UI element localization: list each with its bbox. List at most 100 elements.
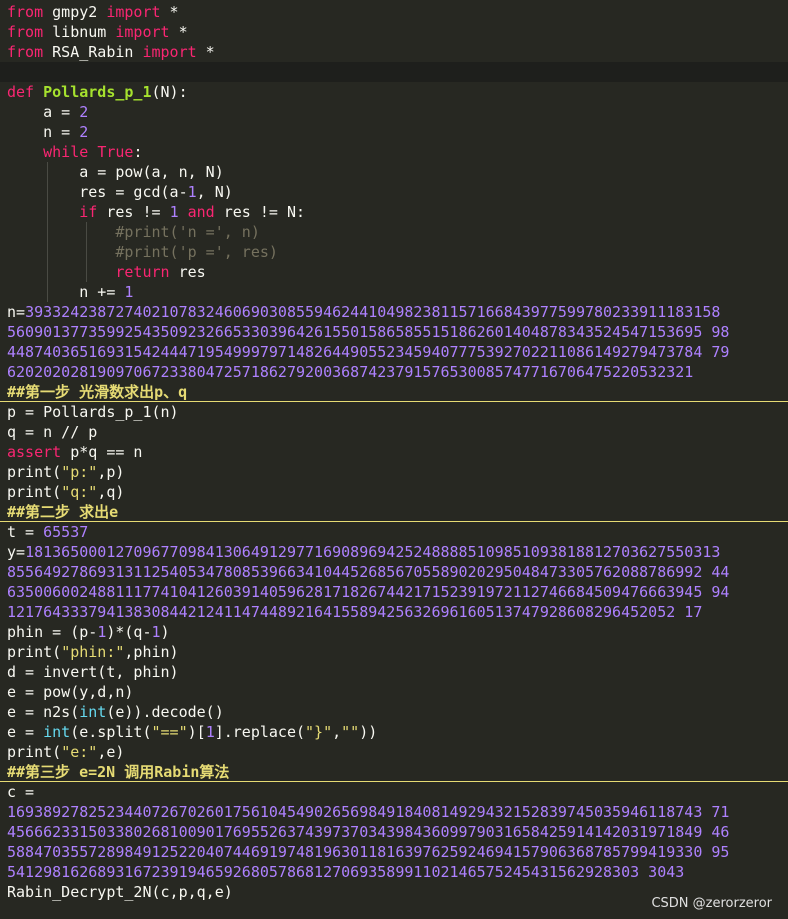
code-line-n-value[interactable]: n=39332423872740210783246069030855946244… [0,302,788,322]
code-token: print( [7,483,62,501]
code-token: n = [7,123,80,141]
code-token: "}" [305,723,333,741]
code-token: 4487403651693154244471954999797148264490… [7,343,730,361]
code-token: res != [97,203,170,221]
code-token: and [187,203,215,221]
code-line-import-gmpy2[interactable]: from gmpy2 import * [0,2,788,22]
code-line[interactable]: print("p:",p) [0,462,788,482]
code-token: return [115,263,170,281]
code-token: (e)).decode() [106,703,224,721]
code-line-def-pollards[interactable]: def Pollards_p_1(N): [0,82,788,102]
code-line[interactable]: a = pow(a, n, N) [0,162,788,182]
code-line[interactable]: while True: [0,142,788,162]
code-line[interactable]: res = gcd(a-1, N) [0,182,788,202]
code-line-blank[interactable] [0,62,788,82]
code-token: * [169,23,188,41]
code-token: t = [7,523,44,541]
code-line[interactable]: assert p*q == n [0,442,788,462]
code-token: import [115,23,170,41]
section-heading-2[interactable]: ##第二步 求出e [0,502,788,522]
code-line[interactable]: print("phin:",phin) [0,642,788,662]
code-line[interactable]: e = pow(y,d,n) [0,682,788,702]
code-line[interactable]: return res [0,262,788,282]
code-line[interactable]: if res != 1 and res != N: [0,202,788,222]
code-token: Pollards_p_1 [43,83,152,101]
code-token: RSA_Rabin [43,43,143,61]
code-line[interactable]: print("e:",e) [0,742,788,762]
code-line-n-value[interactable]: 6202020281909706723380472571862792003687… [0,362,788,382]
code-line-y-value[interactable]: 1217643337941383084421241147448921641558… [0,602,788,622]
code-token: p*q == n [61,443,143,461]
code-token: import [106,3,161,21]
code-line[interactable]: p = Pollards_p_1(n) [0,402,788,422]
code-token: ##第二步 求出e [7,503,119,521]
code-token: * [196,43,215,61]
code-line[interactable]: q = n // p [0,422,788,442]
code-token: True [97,143,134,161]
code-line-y-value[interactable]: y=18136500012709677098413064912977169089… [0,542,788,562]
code-token: ,q) [97,483,125,501]
code-token: 2 [79,103,89,121]
code-token: "q:" [61,483,98,501]
code-token: int [79,703,107,721]
code-token: )*(q- [106,623,152,641]
code-token: def [7,83,35,101]
code-line-comment[interactable]: #print('p =', res) [0,242,788,262]
code-token: while [43,143,89,161]
code-line[interactable]: print("q:",q) [0,482,788,502]
code-line[interactable]: d = invert(t, phin) [0,662,788,682]
code-token: ,e) [97,743,125,761]
code-line[interactable]: a = 2 [0,102,788,122]
code-line-c-value[interactable]: 4566623315033802681009017695526374397370… [0,822,788,842]
code-line[interactable]: phin = (p-1)*(q-1) [0,622,788,642]
code-token: 1 [124,283,134,301]
code-line-c-value[interactable]: 5884703557289849125220407446919748196301… [0,842,788,862]
code-line[interactable]: n = 2 [0,122,788,142]
code-token: 4566623315033802681009017695526374397370… [7,823,730,841]
code-token: : [133,143,143,161]
code-line[interactable]: c = [0,782,788,802]
code-token: #print('n =', n) [7,223,260,241]
code-token: p = Pollards_p_1(n) [7,403,179,421]
code-line-comment[interactable]: #print('n =', n) [0,222,788,242]
code-token: import [142,43,197,61]
code-line-import-libnum[interactable]: from libnum import * [0,22,788,42]
code-token: ##第三步 e=2N 调用Rabin算法 [7,763,230,781]
code-line[interactable]: e = n2s(int(e)).decode() [0,702,788,722]
code-token: 5609013773599254350923266533039642615501… [7,323,730,341]
code-token: #print('p =', res) [7,243,278,261]
code-token: 1217643337941383084421241147448921641558… [7,603,703,621]
code-line-n-value[interactable]: 5609013773599254350923266533039642615501… [0,322,788,342]
code-token: n= [7,303,26,321]
code-line[interactable]: e = int(e.split("==")[1].replace("}","")… [0,722,788,742]
code-token: assert [7,443,62,461]
code-token: c = [7,783,35,801]
code-token: ) [160,623,170,641]
code-line[interactable]: n += 1 [0,282,788,302]
code-line[interactable]: t = 65537 [0,522,788,542]
code-token: n += [7,283,125,301]
code-token: , [332,723,342,741]
code-token: res [169,263,206,281]
code-editor[interactable]: from gmpy2 import * from libnum import * f… [0,0,788,919]
code-line-c-value[interactable]: 1693892782523440726702601756104549026569… [0,802,788,822]
code-token: , N) [196,183,233,201]
code-line-y-value[interactable]: 6350060024881117741041260391405962817182… [0,582,788,602]
code-line-n-value[interactable]: 4487403651693154244471954999797148264490… [0,342,788,362]
code-token: print( [7,643,62,661]
code-token: 3933242387274021078324606903085594624410… [25,303,721,321]
code-token: 1 [187,183,197,201]
code-line-import-rsa-rabin[interactable]: from RSA_Rabin import * [0,42,788,62]
code-token: )) [359,723,378,741]
code-token: y= [7,543,26,561]
section-heading-1[interactable]: ##第一步 光滑数求出p、q [0,382,788,402]
section-heading-3[interactable]: ##第三步 e=2N 调用Rabin算法 [0,762,788,782]
code-token: q = n // p [7,423,98,441]
code-line-y-value[interactable]: 8556492786931311254053478085396634104452… [0,562,788,582]
code-token: res = gcd(a- [7,183,188,201]
code-token: 65537 [43,523,89,541]
code-token: 6202020281909706723380472571862792003687… [7,363,694,381]
code-line-c-value[interactable]: 5412981626893167239194659268057868127069… [0,862,788,882]
